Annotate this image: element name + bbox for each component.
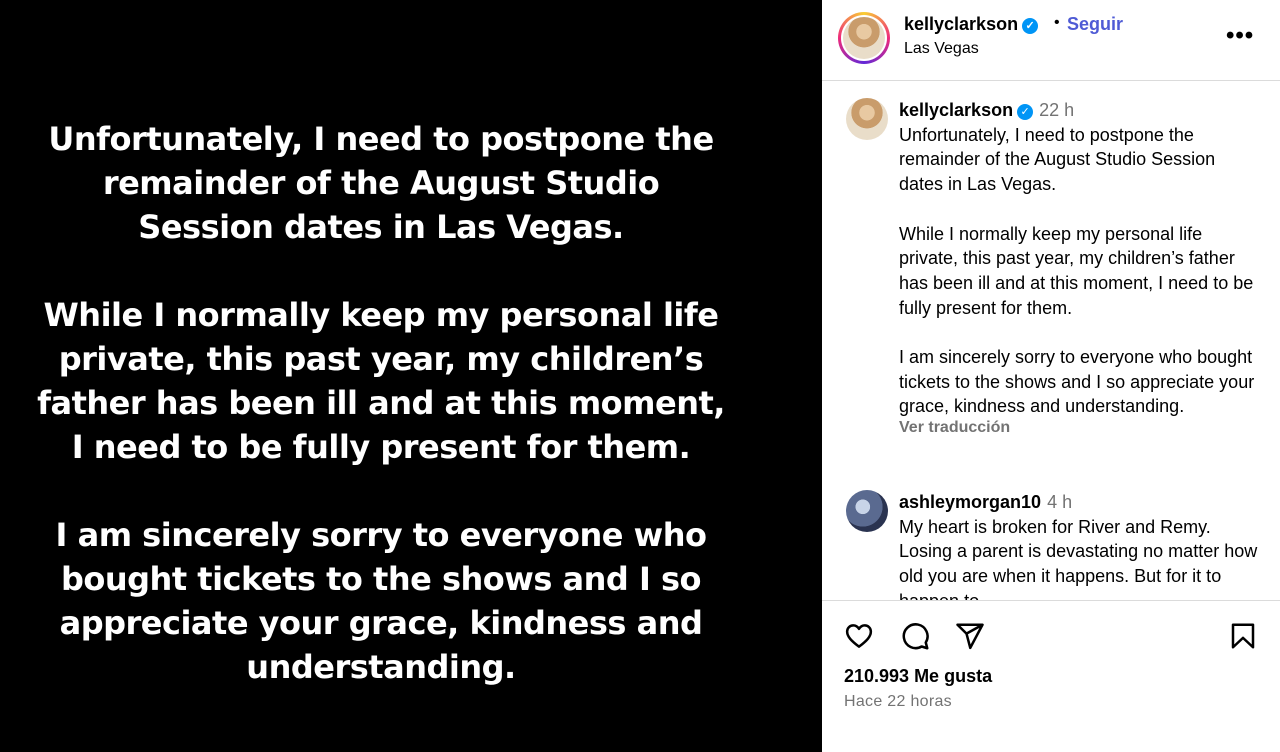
comment-time[interactable]: 4 h (1047, 492, 1072, 512)
verified-badge-icon: ✓ (1022, 18, 1039, 34)
caption-paragraph: While I normally keep my personal life p… (899, 223, 1254, 318)
avatar-inner (841, 15, 887, 61)
post-sidebar: kellyclarkson ✓ • Seguir Las Vegas ••• ke… (822, 0, 1280, 752)
post-location[interactable]: Las Vegas (904, 40, 979, 58)
comment-icon[interactable] (900, 621, 930, 651)
heart-icon[interactable] (844, 621, 874, 651)
comment-header: ashleymorgan10 4 h (899, 490, 1259, 515)
post-header: kellyclarkson ✓ • Seguir Las Vegas ••• (822, 0, 1280, 81)
post-media[interactable]: Unfortunately, I need to postpone the re… (0, 0, 822, 752)
caption-paragraph: I am sincerely sorry to everyone who bou… (899, 347, 1255, 417)
post-image-paragraph: I am sincerely sorry to everyone who bou… (55, 516, 707, 686)
bookmark-icon[interactable] (1228, 621, 1258, 651)
share-icon[interactable] (955, 621, 985, 651)
comments-section[interactable]: kellyclarkson ✓ 22 h Unfortunately, I need… (822, 81, 1280, 600)
comment-text: My heart is broken for River and Remy. L… (899, 516, 1258, 600)
follow-button[interactable]: Seguir (1067, 14, 1123, 35)
post-actions: 210.993 Me gusta Hace 22 horas (822, 600, 1280, 752)
comment-username[interactable]: ashleymorgan10 (899, 492, 1041, 512)
caption-author-avatar[interactable] (846, 98, 888, 140)
post-caption: kellyclarkson ✓ 22 h Unfortunately, I need… (899, 98, 1259, 441)
commenter-avatar[interactable] (846, 490, 888, 532)
header-separator: • (1054, 14, 1060, 31)
post-timestamp[interactable]: Hace 22 horas (844, 693, 952, 711)
author-username[interactable]: kellyclarkson ✓ (904, 14, 1039, 35)
caption-username[interactable]: kellyclarkson (899, 100, 1013, 120)
caption-header: kellyclarkson ✓ 22 h (899, 98, 1259, 123)
author-avatar[interactable] (838, 12, 890, 64)
author-username-text: kellyclarkson (904, 14, 1019, 34)
caption-time[interactable]: 22 h (1039, 100, 1074, 120)
caption-paragraph: Unfortunately, I need to postpone the re… (899, 124, 1216, 195)
comment-item: ashleymorgan10 4 h My heart is broken for… (899, 490, 1259, 600)
see-translation-link[interactable]: Ver traducción (899, 416, 1259, 441)
avatar-image (843, 17, 885, 59)
more-options-icon[interactable]: ••• (1226, 22, 1254, 50)
post-image-paragraph: While I normally keep my personal life p… (37, 296, 725, 466)
post-image-paragraph: Unfortunately, I need to postpone the re… (48, 120, 714, 246)
post-image-text: Unfortunately, I need to postpone the re… (30, 117, 732, 689)
likes-count[interactable]: 210.993 Me gusta (844, 666, 992, 687)
verified-badge-icon: ✓ (1017, 104, 1034, 120)
